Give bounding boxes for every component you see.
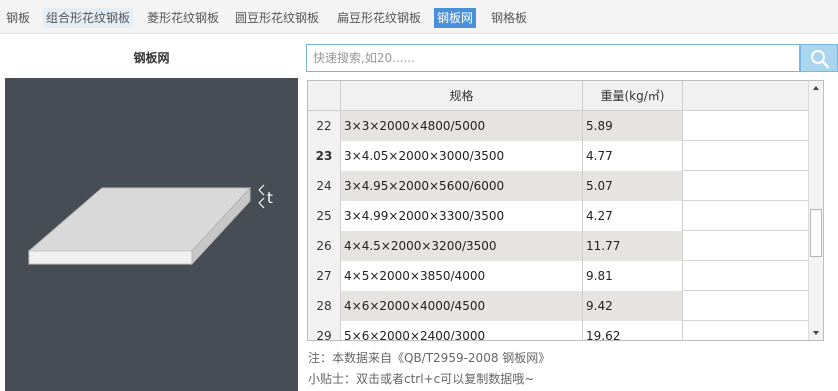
weight-cell[interactable]: 9.81 [583,261,683,291]
spec-cell[interactable]: 5×6×2000×2400/3000 [341,321,583,340]
weight-cell[interactable]: 4.77 [583,141,683,171]
weight-cell[interactable]: 5.07 [583,171,683,201]
copy-tip-note: 小贴士：双击或者ctrl+c可以复制数据哦~ [308,372,535,386]
row-number: 23 [308,141,341,171]
table-row[interactable]: 24 3×4.95×2000×5600/6000 5.07 [308,171,808,201]
search-icon [811,50,830,69]
tab-lentil-pattern-plate[interactable]: 扁豆形花纹钢板 [334,8,424,28]
data-source-note: 注：本数据来自《QB/T2959-2008 钢板网》 [308,351,551,365]
tab-round-bean-pattern-plate[interactable]: 圆豆形花纹钢板 [232,8,322,28]
plate-drawing: t [27,184,273,266]
spec-cell[interactable]: 4×5×2000×3850/4000 [341,261,583,291]
table-row[interactable]: 22 3×3×2000×4800/5000 5.89 [308,111,808,141]
table-row[interactable]: 23 3×4.05×2000×3000/3500 4.77 [308,141,808,171]
table-row[interactable]: 29 5×6×2000×2400/3000 19.62 [308,321,808,340]
scroll-thumb[interactable] [810,209,822,257]
product-title: 钢板网 [133,51,170,65]
tab-diamond-pattern-plate[interactable]: 菱形花纹钢板 [144,8,222,28]
spec-cell[interactable]: 3×4.05×2000×3000/3500 [341,141,583,171]
header-corner [308,81,341,111]
table-row[interactable]: 26 4×4.5×2000×3200/3500 11.77 [308,231,808,261]
row-number: 22 [308,111,341,141]
plate-illustration: t [5,78,298,391]
row-number: 24 [308,171,341,201]
spec-cell[interactable]: 3×3×2000×4800/5000 [341,111,583,141]
spec-cell[interactable]: 3×4.95×2000×5600/6000 [341,171,583,201]
weight-cell[interactable]: 9.42 [583,291,683,321]
tab-steel-plate[interactable]: 钢板 [3,8,33,28]
row-number: 27 [308,261,341,291]
table-row[interactable]: 27 4×5×2000×3850/4000 9.81 [308,261,808,291]
spec-table: 规格 重量(kg/㎡) 22 3×3×2000×4800/5000 5.89 23 3×… [307,80,824,341]
column-header-weight[interactable]: 重量(kg/㎡) [583,81,683,111]
row-number: 29 [308,321,341,340]
spec-cell[interactable]: 3×4.99×2000×3300/3500 [341,201,583,231]
scroll-down-arrow-icon[interactable] [809,326,823,340]
spec-cell[interactable]: 4×6×2000×4000/4500 [341,291,583,321]
tab-combined-pattern-plate[interactable]: 组合形花纹钢板 [43,8,134,28]
scroll-up-arrow-icon[interactable] [809,81,823,95]
spec-cell[interactable]: 4×4.5×2000×3200/3500 [341,231,583,261]
weight-cell[interactable]: 4.27 [583,201,683,231]
table-header: 规格 重量(kg/㎡) [308,81,808,111]
row-number: 25 [308,201,341,231]
table-row[interactable]: 28 4×6×2000×4000/4500 9.42 [308,291,808,321]
table-row[interactable]: 25 3×4.99×2000×3300/3500 4.27 [308,201,808,231]
weight-cell[interactable]: 5.89 [583,111,683,141]
row-number: 28 [308,291,341,321]
weight-cell[interactable]: 11.77 [583,231,683,261]
table-scrollbar[interactable] [808,81,823,340]
category-tab-bar: 钢板 组合形花纹钢板 菱形花纹钢板 圆豆形花纹钢板 扁豆形花纹钢板 钢板网 钢格… [0,0,838,34]
tab-expanded-metal[interactable]: 钢板网 [434,8,477,28]
weight-cell[interactable]: 19.62 [583,321,683,340]
search-input[interactable] [306,44,800,72]
header-filler [683,81,808,111]
column-header-spec[interactable]: 规格 [341,81,583,111]
search-button[interactable] [800,44,838,72]
thickness-label: t [267,189,273,207]
row-number: 26 [308,231,341,261]
tab-steel-grating[interactable]: 钢格板 [488,8,530,28]
